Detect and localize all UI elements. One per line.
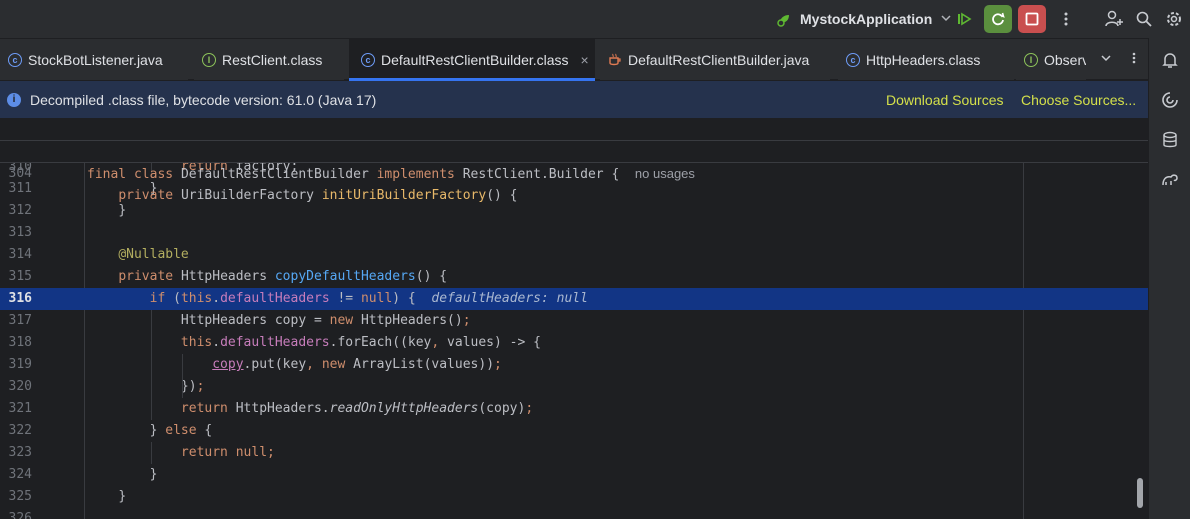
line-number: 304 bbox=[8, 166, 32, 181]
banner-text: Decompiled .class file, bytecode version… bbox=[30, 91, 377, 108]
sticky-line-method[interactable]: 304 private UriBuilderFactory initUriBui… bbox=[0, 141, 1148, 203]
code-line[interactable]: 321 return HttpHeaders.readOnlyHttpHeade… bbox=[0, 398, 1148, 420]
stop-icon[interactable] bbox=[1018, 5, 1046, 33]
tab-label: DefaultRestClientBuilder.class bbox=[381, 51, 569, 68]
tab-restclient[interactable]: I RestClient.class bbox=[194, 39, 344, 80]
chevron-down-icon[interactable] bbox=[1100, 51, 1112, 67]
debug-run-icon[interactable] bbox=[950, 5, 978, 33]
database-icon[interactable] bbox=[1160, 130, 1180, 150]
notifications-icon[interactable] bbox=[1160, 50, 1180, 70]
line-number: 326 bbox=[8, 511, 32, 519]
tab-observation[interactable]: I Observ bbox=[1016, 39, 1086, 80]
indent-guide bbox=[151, 442, 152, 464]
download-sources-link[interactable]: Download Sources bbox=[886, 92, 1004, 108]
tab-label: HttpHeaders.class bbox=[866, 51, 981, 68]
code-text: if (this.defaultHeaders != null) { defau… bbox=[149, 291, 588, 306]
tab-label: RestClient.class bbox=[222, 51, 323, 68]
run-config-selector[interactable]: MystockApplication bbox=[776, 8, 952, 30]
code-text: } bbox=[149, 467, 158, 482]
code-text: HttpHeaders copy = new HttpHeaders(); bbox=[180, 313, 471, 328]
code-line[interactable]: 313 bbox=[0, 222, 1148, 244]
app-config-icon bbox=[776, 10, 794, 28]
code-line[interactable]: 326 bbox=[0, 508, 1148, 519]
code-text: @Nullable bbox=[118, 247, 189, 262]
tab-httpheaders[interactable]: c HttpHeaders.class bbox=[838, 39, 1014, 80]
right-tool-strip bbox=[1148, 38, 1190, 519]
code-text: return null; bbox=[180, 445, 275, 460]
line-number: 314 bbox=[8, 247, 32, 262]
search-icon[interactable] bbox=[1130, 5, 1158, 33]
close-icon[interactable]: × bbox=[581, 52, 589, 68]
code-text: }); bbox=[180, 379, 205, 394]
vertical-scrollbar[interactable] bbox=[1137, 478, 1143, 508]
line-number: 322 bbox=[8, 423, 32, 438]
ai-assistant-icon[interactable] bbox=[1160, 90, 1180, 110]
line-number: 325 bbox=[8, 489, 32, 504]
run-config-label: MystockApplication bbox=[800, 11, 933, 27]
line-number: 321 bbox=[8, 401, 32, 416]
code-line[interactable]: 314 @Nullable bbox=[0, 244, 1148, 266]
line-number: 323 bbox=[8, 445, 32, 460]
current-code-line[interactable]: 316 if (this.defaultHeaders != null) { d… bbox=[0, 288, 1148, 310]
title-bar: MystockApplication bbox=[0, 0, 1190, 38]
gradle-icon[interactable] bbox=[1160, 170, 1180, 190]
interface-icon: I bbox=[202, 52, 216, 67]
add-user-icon[interactable] bbox=[1100, 5, 1128, 33]
line-number: 324 bbox=[8, 467, 32, 482]
code-line[interactable]: 324 } bbox=[0, 464, 1148, 486]
code-text: this.defaultHeaders.forEach((key, values… bbox=[180, 335, 541, 350]
code-line[interactable]: 319 copy.put(key, new ArrayList(values))… bbox=[0, 354, 1148, 376]
java-file-icon bbox=[608, 53, 622, 67]
sticky-line-class[interactable]: 45 final class DefaultRestClientBuilder … bbox=[0, 119, 1148, 182]
code-text: return HttpHeaders.readOnlyHttpHeaders(c… bbox=[180, 401, 534, 416]
interface-icon: I bbox=[1024, 52, 1038, 67]
code-text: private UriBuilderFactory initUriBuilder… bbox=[118, 188, 518, 203]
usages-hint: no usages bbox=[634, 166, 695, 181]
code-line[interactable]: 320 }); bbox=[0, 376, 1148, 398]
code-line[interactable]: 317 HttpHeaders copy = new HttpHeaders()… bbox=[0, 310, 1148, 332]
code-line[interactable]: 315 private HttpHeaders copyDefaultHeade… bbox=[0, 266, 1148, 288]
code-text: copy.put(key, new ArrayList(values)); bbox=[212, 357, 502, 372]
code-line[interactable]: 322 } else { bbox=[0, 420, 1148, 442]
decompiled-banner: i Decompiled .class file, bytecode versi… bbox=[0, 81, 1148, 119]
line-number: 316 bbox=[8, 291, 32, 306]
tab-label: Observ bbox=[1044, 51, 1086, 68]
class-icon: c bbox=[8, 52, 22, 67]
tab-label: DefaultRestClientBuilder.java bbox=[628, 51, 810, 68]
code-line[interactable]: 318 this.defaultHeaders.forEach((key, va… bbox=[0, 332, 1148, 354]
more-icon[interactable] bbox=[1052, 5, 1080, 33]
line-number: 317 bbox=[8, 313, 32, 328]
rerun-icon[interactable] bbox=[984, 5, 1012, 33]
editor-tab-bar: c StockBotListener.java I RestClient.cla… bbox=[0, 38, 1148, 81]
line-number: 315 bbox=[8, 269, 32, 284]
tab-defaultrestclientbuilder-java[interactable]: DefaultRestClientBuilder.java bbox=[600, 39, 830, 80]
choose-sources-link[interactable]: Choose Sources... bbox=[1021, 92, 1136, 108]
indent-guide bbox=[182, 354, 183, 398]
tab-overflow-controls bbox=[1092, 49, 1148, 69]
tab-defaultrestclientbuilder-class[interactable]: c DefaultRestClientBuilder.class × bbox=[349, 39, 595, 81]
line-number: 318 bbox=[8, 335, 32, 350]
code-text: } bbox=[118, 489, 127, 504]
line-number: 319 bbox=[8, 357, 32, 372]
code-text: private HttpHeaders copyDefaultHeaders()… bbox=[118, 269, 448, 284]
settings-icon[interactable] bbox=[1160, 5, 1188, 33]
code-line[interactable]: 325 } bbox=[0, 486, 1148, 508]
code-line[interactable]: 323 return null; bbox=[0, 442, 1148, 464]
line-number: 320 bbox=[8, 379, 32, 394]
class-icon: c bbox=[846, 52, 860, 67]
tab-stockbotlistener[interactable]: c StockBotListener.java bbox=[0, 39, 188, 80]
code-text: final class DefaultRestClientBuilder imp… bbox=[87, 166, 695, 182]
code-editor[interactable]: 310 return factory;311 }312 }313314 @Nul… bbox=[0, 119, 1148, 519]
tab-label: StockBotListener.java bbox=[28, 51, 163, 68]
code-text: } else { bbox=[149, 423, 213, 438]
more-icon[interactable] bbox=[1128, 51, 1140, 68]
info-icon: i bbox=[7, 92, 21, 107]
class-icon: c bbox=[361, 52, 375, 67]
indent-guide bbox=[151, 310, 152, 420]
